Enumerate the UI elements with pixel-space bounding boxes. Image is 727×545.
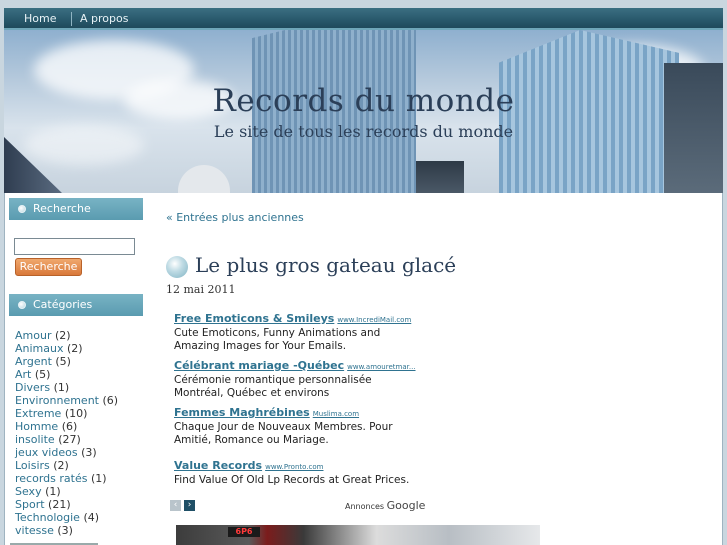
- category-count: (27): [58, 433, 81, 446]
- list-item: insolite (27): [15, 433, 118, 446]
- category-count: (5): [55, 355, 71, 368]
- site-header: Records du monde Le site de tous les rec…: [4, 30, 723, 193]
- ads-label-brand: Google: [386, 499, 426, 512]
- ad-title-link[interactable]: Free Emoticons & Smileys: [174, 312, 334, 325]
- post-bubble-icon: [166, 256, 188, 278]
- post-title[interactable]: Le plus gros gateau glacé: [195, 253, 456, 277]
- list-item: Sport (21): [15, 498, 118, 511]
- category-count: (1): [90, 472, 107, 485]
- category-link[interactable]: Extreme: [15, 407, 61, 420]
- ad-url[interactable]: www.IncrediMail.com: [337, 316, 411, 324]
- site-title[interactable]: Records du monde: [4, 83, 723, 119]
- photo-sign: 6P6: [228, 527, 260, 537]
- nav-home-link[interactable]: Home: [24, 12, 56, 25]
- category-link[interactable]: Sexy: [15, 485, 42, 498]
- category-count: (2): [67, 342, 83, 355]
- list-item: Argent (5): [15, 355, 118, 368]
- list-item: Environnement (6): [15, 394, 118, 407]
- post-photo: 6P6: [176, 525, 540, 545]
- category-count: (2): [53, 459, 69, 472]
- bullet-icon: [18, 301, 26, 309]
- ads-label-prefix: Annonces: [345, 502, 385, 511]
- ads-by-google-label[interactable]: Annonces Google: [345, 499, 425, 512]
- list-item: Loisirs (2): [15, 459, 118, 472]
- ads-prev-button[interactable]: ‹: [170, 500, 181, 511]
- category-count: (6): [102, 394, 119, 407]
- nav-apropos-link[interactable]: A propos: [80, 12, 128, 25]
- ad-url[interactable]: www.Pronto.com: [265, 463, 323, 471]
- ad-title-link[interactable]: Femmes Maghrébines: [174, 406, 310, 419]
- category-count: (5): [34, 368, 51, 381]
- list-item: records ratés (1): [15, 472, 118, 485]
- category-count: (21): [48, 498, 71, 511]
- nav-separator: [71, 12, 72, 26]
- ad-unit: Femmes Maghrébines Muslima.com Chaque Jou…: [174, 406, 414, 447]
- ad-description: Cérémonie romantique personnalisée Montr…: [174, 374, 372, 399]
- category-link[interactable]: insolite: [15, 433, 55, 446]
- category-link[interactable]: Sport: [15, 498, 45, 511]
- search-input[interactable]: [14, 238, 135, 255]
- building-dome: [178, 165, 230, 193]
- category-count: (6): [61, 420, 78, 433]
- categories-list: Amour (2) Animaux (2) Argent (5) Art (5)…: [15, 329, 118, 537]
- category-link[interactable]: Technologie: [15, 511, 80, 524]
- search-widget-label: Recherche: [33, 202, 91, 215]
- category-link[interactable]: Animaux: [15, 342, 64, 355]
- category-link[interactable]: Environnement: [15, 394, 99, 407]
- list-item: Technologie (4): [15, 511, 118, 524]
- category-count: (4): [83, 511, 100, 524]
- ad-unit: Value Records www.Pronto.com Find Value O…: [174, 459, 414, 487]
- bullet-icon: [18, 205, 26, 213]
- ad-url[interactable]: www.amouretmar...: [347, 363, 415, 371]
- ad-unit: Free Emoticons & Smileys www.IncrediMail.…: [174, 312, 414, 353]
- list-item: vitesse (3): [15, 524, 118, 537]
- category-link[interactable]: vitesse: [15, 524, 54, 537]
- top-navigation: Home A propos: [4, 8, 723, 30]
- ad-url[interactable]: Muslima.com: [313, 410, 359, 418]
- category-count: (1): [45, 485, 61, 498]
- ad-title-link[interactable]: Value Records: [174, 459, 262, 472]
- categories-widget-title: Catégories: [9, 294, 143, 316]
- ad-description: Find Value Of Old Lp Records at Great Pr…: [174, 474, 410, 486]
- list-item: jeux videos (3): [15, 446, 118, 459]
- category-count: (3): [57, 524, 73, 537]
- sidebar: Recherche Catégories: [9, 198, 143, 316]
- category-link[interactable]: records ratés: [15, 472, 87, 485]
- category-count: (10): [64, 407, 88, 420]
- category-link[interactable]: Homme: [15, 420, 58, 433]
- list-item: Animaux (2): [15, 342, 118, 355]
- ad-description: Cute Emoticons, Funny Animations and Ama…: [174, 327, 381, 352]
- ad-title-link[interactable]: Célébrant mariage -Québec: [174, 359, 344, 372]
- categories-widget-label: Catégories: [33, 298, 93, 311]
- list-item: Amour (2): [15, 329, 118, 342]
- ads-next-button[interactable]: ›: [184, 500, 195, 511]
- category-link[interactable]: jeux videos: [15, 446, 78, 459]
- list-item: Divers (1): [15, 381, 118, 394]
- site-tagline: Le site de tous les records du monde: [213, 122, 514, 141]
- category-link[interactable]: Argent: [15, 355, 52, 368]
- ad-description: Chaque Jour de Nouveaux Membres. Pour Am…: [174, 421, 393, 446]
- ad-unit: Célébrant mariage -Québec www.amouretmar.…: [174, 359, 416, 400]
- post-date: 12 mai 2011: [166, 283, 236, 296]
- category-count: (1): [53, 381, 70, 394]
- older-entries-link[interactable]: « Entrées plus anciennes: [166, 211, 304, 224]
- list-item: Art (5): [15, 368, 118, 381]
- category-link[interactable]: Loisirs: [15, 459, 50, 472]
- category-link[interactable]: Art: [15, 368, 31, 381]
- search-button[interactable]: Recherche: [15, 258, 82, 276]
- building-center-low: [416, 161, 464, 193]
- category-link[interactable]: Amour: [15, 329, 51, 342]
- list-item: Homme (6): [15, 420, 118, 433]
- category-count: (3): [81, 446, 97, 459]
- search-widget-title: Recherche: [9, 198, 143, 220]
- category-count: (2): [54, 329, 71, 342]
- list-item: Sexy (1): [15, 485, 118, 498]
- list-item: Extreme (10): [15, 407, 118, 420]
- category-link[interactable]: Divers: [15, 381, 50, 394]
